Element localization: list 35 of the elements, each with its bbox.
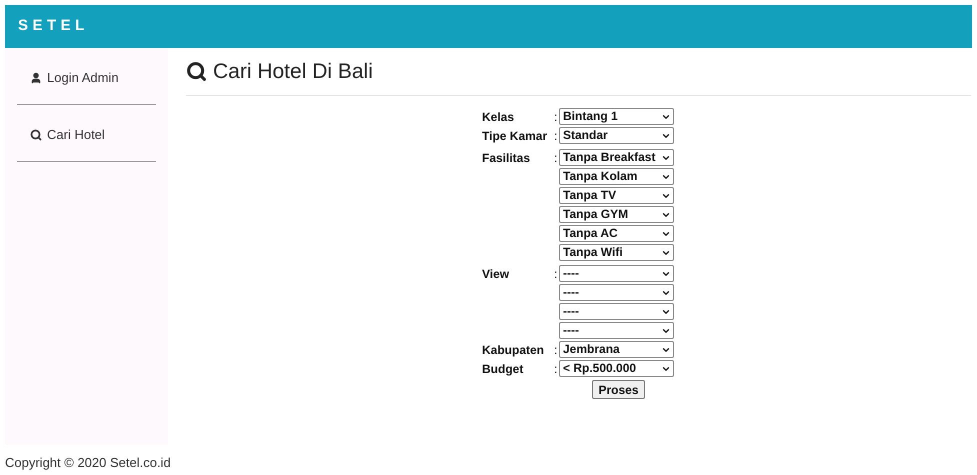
colon: : xyxy=(554,342,558,359)
colon: : xyxy=(554,266,558,283)
dropdown[interactable]: Jembrana xyxy=(559,341,674,358)
field-label: Kelas xyxy=(482,109,516,126)
dropdown[interactable]: Tanpa TV xyxy=(559,187,674,204)
colon: : xyxy=(554,150,558,167)
submit-button[interactable]: Proses xyxy=(592,380,645,399)
field-label: Tipe Kamar xyxy=(482,128,548,145)
search-icon xyxy=(186,61,207,82)
colon: : xyxy=(554,361,558,378)
copyright-text: Copyright © 2020 Setel.co.id xyxy=(5,454,171,472)
field-label: Budget xyxy=(482,361,524,378)
colon: : xyxy=(554,109,558,126)
sidebar-link[interactable]: Login Admin xyxy=(30,68,119,88)
dropdown[interactable]: ---- xyxy=(559,284,674,301)
dropdown[interactable]: Tanpa Breakfast xyxy=(559,149,674,166)
brand-logo: SETEL xyxy=(18,16,89,36)
field-label: Kabupaten xyxy=(482,342,546,359)
dropdown[interactable]: ---- xyxy=(559,303,674,320)
user-icon xyxy=(30,72,42,84)
page-title: Cari Hotel Di Bali xyxy=(213,58,373,85)
colon: : xyxy=(554,128,558,145)
search-icon xyxy=(30,129,42,141)
dropdown[interactable]: ---- xyxy=(559,322,674,339)
dropdown[interactable]: Bintang 1 xyxy=(559,108,674,125)
dropdown[interactable]: Tanpa Wifi xyxy=(559,244,674,261)
dropdown[interactable]: Tanpa GYM xyxy=(559,206,674,223)
dropdown[interactable]: < Rp.500.000 xyxy=(559,360,674,377)
field-label: Fasilitas xyxy=(482,150,532,167)
dropdown[interactable]: Tanpa Kolam xyxy=(559,168,674,185)
field-label: View xyxy=(482,266,510,283)
dropdown[interactable]: Tanpa AC xyxy=(559,225,674,242)
dropdown[interactable]: ---- xyxy=(559,265,674,282)
dropdown[interactable]: Standar xyxy=(559,127,674,144)
sidebar-link[interactable]: Cari Hotel xyxy=(30,125,105,145)
